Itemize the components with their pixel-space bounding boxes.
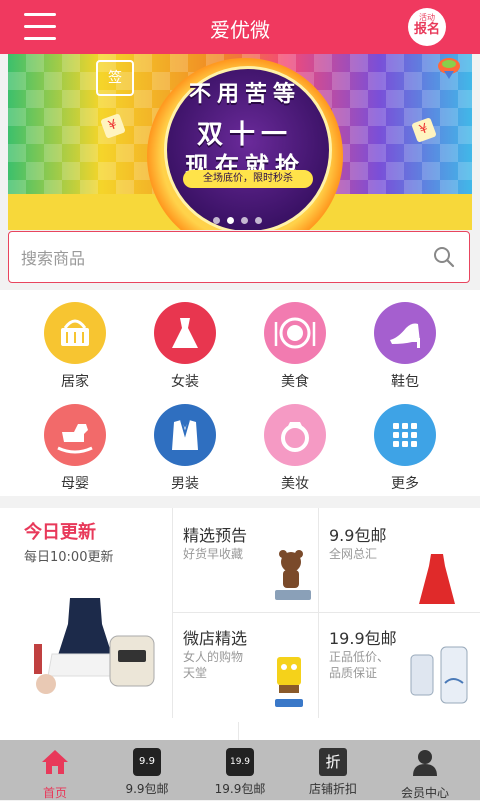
category-baby-circle bbox=[44, 404, 106, 466]
card-subtitle: 好货早收藏 bbox=[183, 547, 244, 561]
plate-icon bbox=[274, 317, 316, 349]
category-label: 女装 bbox=[171, 374, 199, 390]
category-label: 美妆 bbox=[281, 476, 309, 492]
nav-label: 19.9包邮 bbox=[214, 782, 266, 796]
phone-case-image bbox=[410, 646, 468, 704]
nav-nine-nine[interactable]: 9.9 9.9包邮 bbox=[99, 740, 195, 800]
card-title: 9.9包邮 bbox=[329, 526, 387, 545]
signup-badge-top: 活动 bbox=[419, 13, 435, 22]
category-label: 更多 bbox=[391, 476, 419, 492]
banner-indicator-dot[interactable] bbox=[255, 217, 262, 224]
card-subtitle: 女人的购物 天堂 bbox=[183, 650, 244, 680]
bottom-nav: 首页 9.9 9.9包邮 19.9 19.9包邮 折 店铺折扣 会员中心 bbox=[0, 740, 480, 800]
fashion-products-image bbox=[34, 598, 155, 694]
nineteen-nine-card[interactable]: 19.9包邮 正品低价、 品质保证 bbox=[319, 613, 480, 718]
nav-shop-discount[interactable]: 折 店铺折扣 bbox=[285, 740, 381, 800]
category-more-circle bbox=[374, 404, 436, 466]
today-update-card[interactable]: 今日更新 每日10:00更新 bbox=[0, 508, 172, 718]
banner-indicators bbox=[213, 209, 269, 228]
suit-icon bbox=[172, 419, 198, 450]
category-beauty-circle bbox=[264, 404, 326, 466]
nav-label: 首页 bbox=[42, 786, 67, 800]
nav-label: 店铺折扣 bbox=[308, 782, 357, 796]
card-subtitle: 正品低价、 品质保证 bbox=[329, 650, 390, 680]
category-womens[interactable]: 女装 bbox=[130, 302, 240, 391]
category-grid: 居家 女装 美食 鞋包 母婴 男装 美妆 更多 bbox=[0, 290, 480, 496]
category-food-circle bbox=[264, 302, 326, 364]
content-strip bbox=[0, 718, 480, 740]
signup-badge-button[interactable]: 活动 报名 bbox=[408, 8, 446, 46]
spinning-top-icon bbox=[438, 58, 460, 79]
divider bbox=[238, 722, 239, 740]
category-beauty[interactable]: 美妆 bbox=[240, 404, 350, 493]
wechat-shop-card[interactable]: 微店精选 女人的购物 天堂 bbox=[173, 613, 318, 718]
category-womens-circle bbox=[154, 302, 216, 364]
today-title: 今日更新 bbox=[24, 522, 96, 543]
signup-badge-bottom: 报名 bbox=[413, 22, 440, 37]
grid-icon bbox=[393, 423, 417, 447]
category-more[interactable]: 更多 bbox=[350, 404, 460, 493]
card-title: 19.9包邮 bbox=[329, 629, 397, 648]
category-label: 居家 bbox=[61, 374, 89, 390]
banner-indicator-dot[interactable] bbox=[227, 217, 234, 224]
nav-label: 9.9包邮 bbox=[125, 782, 169, 796]
category-baby[interactable]: 母婴 bbox=[20, 404, 130, 493]
category-shoes-circle bbox=[374, 302, 436, 364]
red-dress-image bbox=[419, 554, 455, 604]
discount-icon: 折 bbox=[319, 748, 347, 776]
category-shoes-bags[interactable]: 鞋包 bbox=[350, 302, 460, 391]
user-icon bbox=[413, 750, 437, 776]
nav-nineteen-nine[interactable]: 19.9 19.9包邮 bbox=[192, 740, 288, 800]
category-mens-circle bbox=[154, 404, 216, 466]
category-label: 男装 bbox=[171, 476, 199, 492]
home-icon bbox=[42, 750, 68, 774]
sponge-toy-image bbox=[275, 657, 303, 707]
rocking-horse-icon bbox=[57, 424, 93, 454]
category-label: 母婴 bbox=[61, 476, 89, 492]
category-label: 鞋包 bbox=[391, 374, 419, 390]
banner-ribbon: 全场底价，限时秒杀 bbox=[183, 170, 313, 188]
nav-member-center[interactable]: 会员中心 bbox=[377, 740, 473, 800]
category-home[interactable]: 居家 bbox=[20, 302, 130, 391]
card-title: 精选预告 bbox=[183, 526, 248, 545]
calendar-sign-icon: 签 bbox=[96, 60, 134, 96]
banner-indicator-dot[interactable] bbox=[241, 217, 248, 224]
today-subtitle: 每日10:00更新 bbox=[24, 550, 114, 565]
category-mens[interactable]: 男装 bbox=[130, 404, 240, 493]
category-food[interactable]: 美食 bbox=[240, 302, 350, 391]
banner-line-1: 不用苦等 bbox=[188, 82, 301, 107]
preview-card[interactable]: 精选预告 好货早收藏 bbox=[173, 508, 318, 612]
tag-19-9-icon: 19.9 bbox=[226, 748, 254, 776]
nav-home[interactable]: 首页 bbox=[7, 740, 103, 800]
bear-toy-image bbox=[275, 550, 311, 600]
ring-icon bbox=[281, 422, 309, 452]
app-header: 爱优微 活动 报名 bbox=[0, 0, 480, 54]
card-subtitle: 全网总汇 bbox=[329, 547, 378, 561]
tag-9-9-icon: 9.9 bbox=[133, 748, 161, 776]
nav-label: 会员中心 bbox=[400, 786, 449, 800]
basket-icon bbox=[61, 319, 89, 346]
promo-grid: 今日更新 每日10:00更新 精选预告 好货早收藏 9.9包邮 全网总汇 微店精… bbox=[0, 508, 480, 718]
dress-icon bbox=[172, 318, 198, 348]
search-bar bbox=[8, 231, 470, 283]
card-title: 微店精选 bbox=[183, 629, 248, 648]
search-icon[interactable] bbox=[433, 246, 455, 268]
nine-nine-card[interactable]: 9.9包邮 全网总汇 bbox=[319, 508, 480, 612]
category-home-circle bbox=[44, 302, 106, 364]
promo-banner[interactable]: 签 ¥ ¥ 不用苦等 双十一 现在就抢 全场底价，限时秒杀 bbox=[8, 54, 472, 230]
category-label: 美食 bbox=[281, 374, 309, 390]
search-input[interactable] bbox=[19, 242, 423, 274]
heel-shoe-icon bbox=[390, 323, 420, 348]
banner-indicator-dot[interactable] bbox=[213, 217, 220, 224]
